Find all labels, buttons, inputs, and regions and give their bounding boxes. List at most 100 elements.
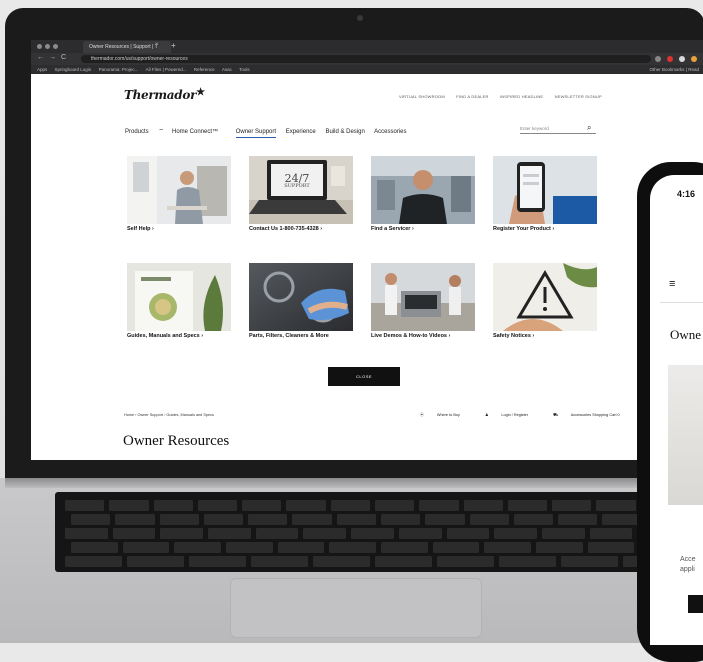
profile-avatar[interactable] [679, 56, 685, 62]
util-link[interactable]: NEWSLETTER SIGNUP [555, 94, 602, 99]
keyboard-key[interactable] [286, 500, 326, 511]
keyboard-key[interactable] [255, 528, 299, 539]
breadcrumb[interactable]: Home › Owner Support › Guides, Manuals a… [124, 413, 214, 417]
keyboard-key[interactable] [65, 528, 108, 539]
keyboard-key[interactable] [484, 542, 531, 553]
trackpad[interactable] [230, 578, 482, 638]
keyboard-key[interactable] [115, 514, 155, 525]
tile-label[interactable]: Self Help › [127, 226, 154, 232]
phone-cta-button[interactable] [688, 595, 703, 613]
bookmark-item[interactable]: Springboard Login [55, 65, 92, 74]
nav-build-design[interactable]: Build & Design [325, 129, 364, 135]
keyboard-key[interactable] [437, 556, 494, 567]
bookmark-item[interactable]: Panorama: Projec... [99, 65, 139, 74]
keyboard-key[interactable] [303, 528, 347, 539]
keyboard-key[interactable] [65, 500, 105, 511]
bookmark-item[interactable]: Reference [194, 65, 215, 74]
cart-link[interactable]: ⛟ Accessories Shopping Cart 0 [553, 413, 632, 417]
keyboard-key[interactable] [602, 514, 642, 525]
where-to-buy-link[interactable]: ⦿ Where to Buy [420, 413, 472, 417]
keyboard-key[interactable] [71, 514, 111, 525]
new-tab-button[interactable]: + [171, 41, 176, 50]
keyboard-key[interactable] [507, 500, 548, 511]
nav-products[interactable]: Products [125, 129, 149, 135]
bookmark-item[interactable]: All Files | Powered... [146, 65, 187, 74]
keyboard-key[interactable] [381, 514, 421, 525]
nav-accessories[interactable]: Accessories [374, 129, 406, 135]
search-input[interactable]: Enter keyword [520, 124, 596, 134]
keyboard-key[interactable] [160, 528, 204, 539]
keyboard-key[interactable] [589, 528, 633, 539]
nav-home-connect[interactable]: ⌔ Home Connect™ [158, 129, 226, 135]
keyboard-key[interactable] [463, 500, 503, 511]
tile-label[interactable]: Parts, Filters, Cleaners & More [249, 333, 329, 339]
keyboard-key[interactable] [71, 542, 118, 553]
keyboard-key[interactable] [203, 514, 244, 525]
keyboard-key[interactable] [174, 542, 221, 553]
util-link[interactable]: INSPIRED HEADLINE [500, 94, 543, 99]
keyboard-key[interactable] [159, 514, 199, 525]
keyboard-key[interactable] [351, 528, 394, 539]
keyboard-key[interactable] [513, 514, 554, 525]
close-button[interactable]: CLOSE [328, 367, 400, 386]
bookmark-item[interactable]: Tools [239, 65, 250, 74]
keyboard-key[interactable] [330, 500, 370, 511]
nav-owner-support[interactable]: Owner Support [235, 129, 277, 138]
tile-register-product[interactable] [493, 156, 597, 224]
extension-icon[interactable] [691, 56, 697, 62]
keyboard-key[interactable] [153, 500, 193, 511]
keyboard-key[interactable] [587, 542, 635, 553]
keyboard-key[interactable] [313, 556, 370, 567]
tile-find-servicer[interactable] [371, 156, 475, 224]
keyboard-key[interactable] [208, 528, 251, 539]
nav-experience[interactable]: Experience [286, 129, 316, 135]
tab-close-icon[interactable]: × [155, 42, 159, 48]
window-zoom-dot[interactable] [53, 44, 58, 49]
bookmark-item[interactable]: Asac [222, 65, 232, 74]
forward-button[interactable]: → [49, 54, 56, 61]
keyboard-key[interactable] [499, 556, 556, 567]
keyboard-key[interactable] [469, 514, 509, 525]
keyboard-key[interactable] [419, 500, 459, 511]
tile-safety-notices[interactable] [493, 263, 597, 331]
keyboard-key[interactable] [242, 500, 282, 511]
tile-contact-us[interactable]: 24/7 SUPPORT [249, 156, 353, 224]
hamburger-menu-icon[interactable]: ≡ [669, 278, 675, 290]
login-link[interactable]: ♟ Login / Register [485, 413, 540, 417]
keyboard-key[interactable] [425, 514, 465, 525]
keyboard-key[interactable] [226, 542, 273, 553]
tile-parts[interactable] [249, 263, 353, 331]
keyboard-key[interactable] [541, 528, 585, 539]
keyboard-key[interactable] [122, 542, 170, 553]
keyboard-key[interactable] [536, 542, 583, 553]
keyboard-key[interactable] [112, 528, 156, 539]
keyboard-key[interactable] [381, 542, 428, 553]
keyboard-key[interactable] [375, 500, 415, 511]
window-close-dot[interactable] [37, 44, 42, 49]
tile-label[interactable]: Safety Notices › [493, 333, 534, 339]
keyboard-key[interactable] [292, 514, 332, 525]
tile-guides[interactable] [127, 263, 231, 331]
extension-icon[interactable] [667, 56, 673, 62]
util-link[interactable]: FIND A DEALER [456, 94, 488, 99]
bookmark-star-icon[interactable] [655, 56, 661, 62]
thermador-logo[interactable]: Thermador★ [124, 87, 205, 102]
util-link[interactable]: VIRTUAL SHOWROOM [399, 94, 445, 99]
keyboard-key[interactable] [329, 542, 376, 553]
tile-label[interactable]: Guides, Manuals and Specs › [127, 333, 203, 339]
back-button[interactable]: ← [37, 54, 44, 61]
tile-label[interactable]: Find a Servicer › [371, 226, 414, 232]
other-bookmarks[interactable]: Other Bookmarks | Read [650, 65, 699, 74]
tile-self-help[interactable] [127, 156, 231, 224]
bookmark-item[interactable]: Apps [37, 65, 47, 74]
keyboard-key[interactable] [494, 528, 537, 539]
keyboard-key[interactable] [336, 514, 376, 525]
keyboard-key[interactable] [375, 556, 432, 567]
keyboard-key[interactable] [197, 500, 238, 511]
tile-live-demos[interactable] [371, 263, 475, 331]
search-icon[interactable]: ⌕ [587, 123, 591, 133]
keyboard-key[interactable] [189, 556, 246, 567]
keyboard-key[interactable] [446, 528, 490, 539]
keyboard-key[interactable] [251, 556, 308, 567]
keyboard-key[interactable] [558, 514, 598, 525]
